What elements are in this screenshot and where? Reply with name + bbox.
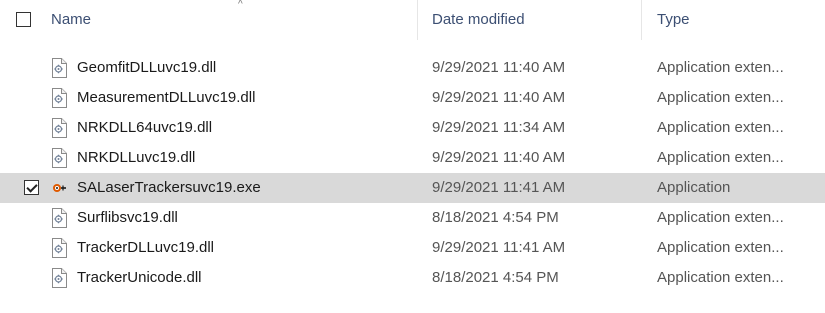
file-row[interactable]: SALaserTrackersuvc19.exe 9/29/2021 11:41 … xyxy=(0,173,825,203)
file-type: Application exten... xyxy=(657,59,784,76)
file-type: Application exten... xyxy=(657,149,784,166)
file-type: Application exten... xyxy=(657,239,784,256)
file-row[interactable]: NRKDLLuvc19.dll 9/29/2021 11:40 AM Applica… xyxy=(0,143,825,173)
file-date-modified: 9/29/2021 11:41 AM xyxy=(432,179,566,196)
file-row[interactable]: Surflibsvc19.dll 8/18/2021 4:54 PM Applica… xyxy=(0,203,825,233)
file-name[interactable]: MeasurementDLLuvc19.dll xyxy=(77,89,255,107)
file-name[interactable]: NRKDLL64uvc19.dll xyxy=(77,119,212,137)
file-list-view: ^ Name Date modified Type GeomfitDLLuvc1… xyxy=(0,0,825,313)
column-divider[interactable] xyxy=(641,0,642,40)
file-date-modified: 9/29/2021 11:40 AM xyxy=(432,149,566,166)
dll-file-icon xyxy=(51,238,67,258)
file-name[interactable]: GeomfitDLLuvc19.dll xyxy=(77,59,216,77)
file-date-modified: 9/29/2021 11:40 AM xyxy=(432,89,566,106)
column-header-type[interactable]: Type xyxy=(657,11,690,29)
file-name[interactable]: Surflibsvc19.dll xyxy=(77,209,178,227)
file-rows: GeomfitDLLuvc19.dll 9/29/2021 11:40 AM App… xyxy=(0,53,825,293)
dll-file-icon xyxy=(51,208,67,228)
file-row[interactable]: TrackerUnicode.dll 8/18/2021 4:54 PM Appli… xyxy=(0,263,825,293)
file-row[interactable]: GeomfitDLLuvc19.dll 9/29/2021 11:40 AM App… xyxy=(0,53,825,83)
dll-file-icon xyxy=(51,148,67,168)
file-date-modified: 9/29/2021 11:40 AM xyxy=(432,59,566,76)
file-name[interactable]: NRKDLLuvc19.dll xyxy=(77,149,195,167)
file-type: Application xyxy=(657,179,731,196)
select-all-checkbox[interactable] xyxy=(16,12,31,27)
file-name[interactable]: TrackerDLLuvc19.dll xyxy=(77,239,214,257)
laser-tracker-app-icon xyxy=(51,178,67,198)
column-header-date-modified[interactable]: Date modified xyxy=(432,11,525,29)
file-name[interactable]: SALaserTrackersuvc19.exe xyxy=(77,179,261,197)
file-date-modified: 8/18/2021 4:54 PM xyxy=(432,209,559,226)
file-type: Application exten... xyxy=(657,209,784,226)
file-row[interactable]: MeasurementDLLuvc19.dll 9/29/2021 11:40 A… xyxy=(0,83,825,113)
file-date-modified: 9/29/2021 11:41 AM xyxy=(432,239,566,256)
file-type: Application exten... xyxy=(657,89,784,106)
column-divider[interactable] xyxy=(417,0,418,40)
file-name[interactable]: TrackerUnicode.dll xyxy=(77,269,202,287)
sort-ascending-icon: ^ xyxy=(238,0,243,10)
dll-file-icon xyxy=(51,58,67,78)
dll-file-icon xyxy=(51,88,67,108)
file-date-modified: 9/29/2021 11:34 AM xyxy=(432,119,566,136)
row-select-checkbox[interactable] xyxy=(24,180,39,195)
file-date-modified: 8/18/2021 4:54 PM xyxy=(432,269,559,286)
file-type: Application exten... xyxy=(657,269,784,286)
column-header-name[interactable]: Name xyxy=(51,11,91,29)
file-row[interactable]: TrackerDLLuvc19.dll 9/29/2021 11:41 AM App… xyxy=(0,233,825,263)
file-type: Application exten... xyxy=(657,119,784,136)
column-header-bar: ^ Name Date modified Type xyxy=(0,0,825,40)
dll-file-icon xyxy=(51,268,67,288)
file-row[interactable]: NRKDLL64uvc19.dll 9/29/2021 11:34 AM Appli… xyxy=(0,113,825,143)
dll-file-icon xyxy=(51,118,67,138)
